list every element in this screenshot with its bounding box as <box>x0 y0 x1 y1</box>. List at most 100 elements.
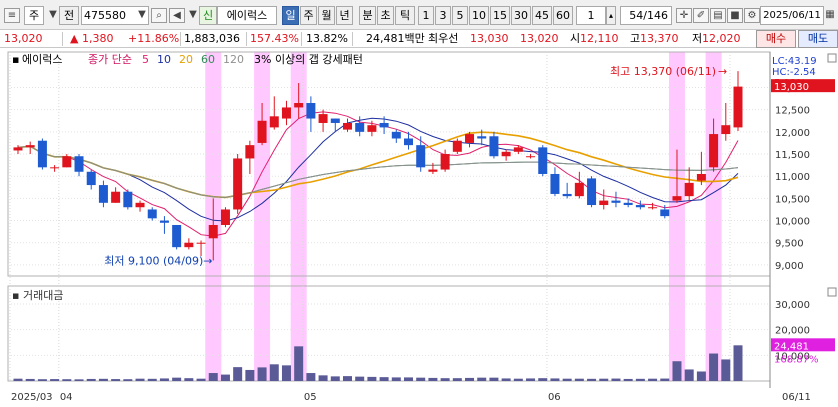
market-all-button[interactable]: 전 <box>59 6 79 25</box>
crosshair-icon[interactable]: ✛ <box>676 8 692 23</box>
minute-input[interactable]: 1 <box>576 6 606 25</box>
price-tick-label: 9,500 <box>775 239 804 250</box>
period-second[interactable]: 초 <box>377 6 394 25</box>
low-annotation: 최저 9,100 (04/09) <box>104 254 203 267</box>
candle-down <box>86 171 96 186</box>
high-annotation: 최고 13,370 (06/11) <box>610 65 716 78</box>
volume-bar <box>37 379 47 381</box>
trade-amount: 24,481백만 <box>366 32 425 45</box>
volume-bar <box>587 378 597 381</box>
volume-bar <box>611 378 621 381</box>
volume-bar <box>86 378 96 381</box>
panel-max-icon <box>827 53 837 63</box>
period-month[interactable]: 월 <box>318 6 335 25</box>
candle-down <box>147 209 157 219</box>
minute-30[interactable]: 30 <box>511 6 531 25</box>
candle-down <box>74 156 84 172</box>
panel-max-icon <box>827 287 837 297</box>
volume-bar <box>111 379 121 381</box>
volume-bar <box>477 377 487 381</box>
price-change: ▲ 1,380 <box>70 32 114 45</box>
candle-up <box>294 103 304 108</box>
volume-bar <box>721 359 731 381</box>
candle-up <box>513 147 523 152</box>
low-label: 저 <box>692 32 703 45</box>
volume-bar <box>281 365 291 381</box>
date-label: 05 <box>304 392 317 403</box>
date-label: 2025/03 <box>11 392 53 403</box>
volume-bar <box>330 376 340 381</box>
volume-bar <box>648 378 658 381</box>
volume-bar <box>526 378 536 381</box>
settings-icon[interactable]: ⚙ <box>744 8 760 23</box>
calendar-icon[interactable]: ▦ <box>824 8 836 23</box>
volume-bar <box>404 377 414 381</box>
low-arrow-icon: → <box>203 254 212 267</box>
date-input[interactable]: 2025/06/11 <box>760 6 824 25</box>
period-year[interactable]: 년 <box>336 6 353 25</box>
price-tick-label: 11,000 <box>775 172 810 183</box>
search-icon[interactable]: ⌕ <box>151 8 167 23</box>
volume-bar <box>220 374 230 381</box>
lc-value: LC:43.19 <box>772 56 817 67</box>
candle-down <box>391 131 401 139</box>
market-select[interactable]: 주 <box>24 6 44 25</box>
minute-spinner[interactable]: ▴ <box>606 6 616 25</box>
volume-bar <box>623 378 633 381</box>
volume-bar <box>184 378 194 381</box>
chart-menu-icon[interactable]: ≡ <box>4 8 20 23</box>
volume-tick-label: 20,000 <box>775 326 810 337</box>
date-label: 04 <box>60 392 73 403</box>
volume-bar <box>733 345 743 381</box>
code-dropdown-icon[interactable]: ▼ <box>134 8 150 23</box>
current-price: 13,020 <box>4 32 43 45</box>
candle-up <box>709 134 719 168</box>
volume-bar <box>440 378 450 381</box>
last-price-label: 13,030 <box>774 82 809 93</box>
hc-value: HC:-2.54 <box>772 67 816 78</box>
volume: 1,883,036 <box>184 32 240 45</box>
minute-15[interactable]: 15 <box>490 6 510 25</box>
candle-up <box>208 224 218 239</box>
candle-up <box>733 86 743 128</box>
candle-up <box>233 158 243 210</box>
price-chart[interactable]: 9,000 9,500 10,000 10,500 11,000 11,500 12,000… <box>0 48 838 407</box>
volume-bar <box>196 378 206 381</box>
speaker-icon[interactable]: ◀ <box>169 8 185 23</box>
volume-last-label: 24,481 <box>774 341 809 352</box>
lock-icon[interactable]: ▤ <box>710 8 726 23</box>
high-label: 고 <box>630 32 641 45</box>
open-price: 12,110 <box>580 32 619 45</box>
sell-button[interactable]: 매도 <box>798 30 838 48</box>
period-minute[interactable]: 분 <box>359 6 376 25</box>
volume-bar <box>159 378 169 381</box>
minute-3[interactable]: 3 <box>435 6 451 25</box>
volume-bar <box>562 378 572 381</box>
volume-bar <box>355 376 365 381</box>
candle-down <box>159 220 169 223</box>
minute-5[interactable]: 5 <box>452 6 468 25</box>
candle-up <box>599 200 609 206</box>
volume-tick-label: 30,000 <box>775 300 810 311</box>
candle-up <box>25 145 35 148</box>
buy-button[interactable]: 매수 <box>756 30 796 48</box>
minute-45[interactable]: 45 <box>532 6 552 25</box>
minute-1[interactable]: 1 <box>418 6 434 25</box>
volume-bar <box>538 378 548 381</box>
volume-bar <box>501 378 511 381</box>
draw-tool-icon[interactable]: ✐ <box>693 8 709 23</box>
candle-up <box>135 202 145 208</box>
volume-bar <box>135 378 145 381</box>
volume-bar <box>245 369 255 381</box>
save-icon[interactable]: ■ <box>727 8 743 23</box>
candle-up <box>220 209 230 225</box>
period-tick[interactable]: 틱 <box>395 6 415 25</box>
period-week[interactable]: 주 <box>300 6 317 25</box>
volume-bar <box>489 377 499 381</box>
minute-60[interactable]: 60 <box>553 6 573 25</box>
candle-up <box>452 140 462 152</box>
page-indicator: 54/146 <box>620 6 672 25</box>
volume-bar <box>513 378 523 381</box>
minute-10[interactable]: 10 <box>469 6 489 25</box>
period-day[interactable]: 일 <box>282 6 299 25</box>
